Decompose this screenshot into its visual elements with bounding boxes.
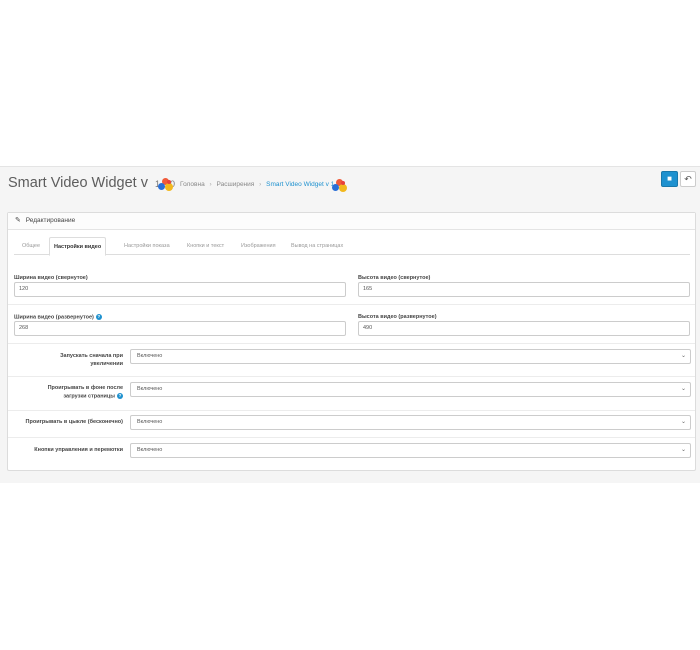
tab-page-output[interactable]: Вывод на страницах [287,237,347,255]
page-title: Smart Video Widget v 1.0.0 [8,175,175,191]
page-title-v: v [140,175,148,191]
width-expanded-label: Ширина видео (развернутое)? [14,314,102,320]
chevron-down-icon: ⌄ [680,353,686,359]
page-title-text: Smart Video Widget [8,175,137,191]
extension-logo-icon [332,179,348,193]
height-expanded-input[interactable]: 490 [358,321,690,336]
help-icon[interactable]: ? [117,392,123,399]
background-play-select-value: Включено [137,386,163,392]
pencil-icon: ✎ [15,217,21,224]
breadcrumb-separator: › [259,181,262,188]
background-play-label-line2: загрузки страницы? [13,392,123,401]
tab-buttons-text[interactable]: Кнопки и текст [183,237,228,255]
divider [8,410,695,411]
height-collapsed-label: Высота видео (свернутое) [358,275,431,281]
autostart-select-value: Включено [137,353,163,359]
breadcrumb: Головна › Расширения › Smart Video Widge… [180,181,345,188]
width-expanded-input[interactable]: 268 [14,321,346,336]
loop-label-line1: Проигрывать в цыкле (бесконечно) [25,419,123,425]
tab-general[interactable]: Общее [18,237,44,255]
save-icon: ■ [667,174,672,183]
back-button[interactable]: ↶ [680,171,696,187]
extension-logo-icon [158,178,174,192]
loop-select[interactable]: Включено ⌄ [130,415,691,430]
help-icon[interactable]: ? [95,314,102,320]
tab-display-settings[interactable]: Настройки показа [120,237,174,255]
chevron-down-icon: ⌄ [680,447,686,453]
background-play-label-line2-text: загрузки страницы [63,392,115,399]
edit-panel: ✎ Редактирование Общее Настройки видео Н… [7,212,696,471]
controls-select[interactable]: Включено ⌄ [130,443,691,458]
divider [8,343,695,344]
tab-video-settings[interactable]: Настройки видео [49,237,107,256]
divider [8,437,695,438]
loop-label: Проигрывать в цыкле (бесконечно) [13,419,123,427]
chevron-down-icon: ⌄ [680,386,686,392]
app-container: Smart Video Widget v 1.0.0 Головна › Рас… [0,166,700,483]
tab-images[interactable]: Изображения [237,237,280,255]
tabs: Общее Настройки видео Настройки показа К… [14,237,690,256]
divider [8,304,695,305]
loop-select-value: Включено [137,419,163,425]
page-header: Smart Video Widget v 1.0.0 Головна › Рас… [0,167,700,207]
chevron-down-icon: ⌄ [680,419,686,425]
panel-heading: ✎ Редактирование [8,213,695,230]
width-expanded-label-text: Ширина видео (развернутое) [14,314,94,321]
controls-label-line1: Кнопки управления и перемотки [34,447,123,453]
breadcrumb-extensions[interactable]: Расширения [217,181,255,188]
reply-icon: ↶ [684,174,692,184]
width-collapsed-label: Ширина видео (свернутое) [14,275,88,281]
background-play-label: Проигрывать в фоне после загрузки страни… [13,385,123,400]
height-collapsed-input[interactable]: 165 [358,282,690,297]
controls-select-value: Включено [137,447,163,453]
background-play-select[interactable]: Включено ⌄ [130,382,691,397]
breadcrumb-home[interactable]: Головна [180,181,205,188]
breadcrumb-separator: › [209,181,212,188]
autostart-label: Запускать сначала при увеличении [13,353,123,368]
width-collapsed-input[interactable]: 120 [14,282,346,297]
height-expanded-label: Высота видео (развернутое) [358,314,437,320]
background-play-label-line1: Проигрывать в фоне после [47,385,123,391]
panel-heading-text: Редактирование [25,217,76,224]
divider [8,376,695,377]
autostart-label-line2: увеличении [90,360,123,367]
autostart-label-line1: Запускать сначала при [60,353,123,359]
controls-label: Кнопки управления и перемотки [13,447,123,455]
save-button[interactable]: ■ [661,171,678,187]
autostart-select[interactable]: Включено ⌄ [130,349,691,364]
